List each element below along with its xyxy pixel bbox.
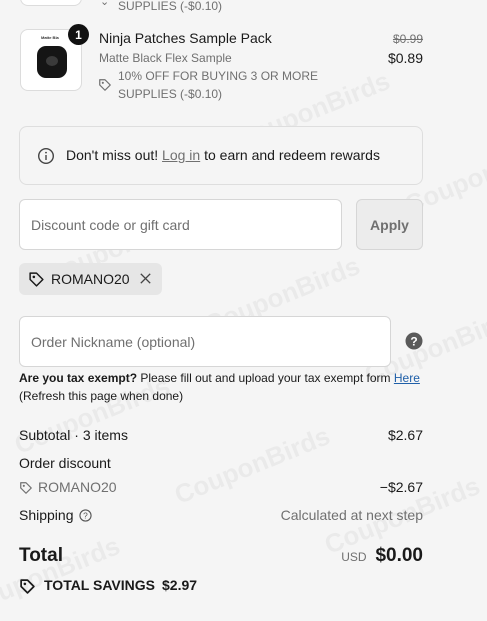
patch-image xyxy=(37,46,67,78)
remove-discount-button[interactable] xyxy=(138,271,153,291)
total-label: Total xyxy=(19,545,63,566)
discount-code-label: ROMANO20 xyxy=(38,479,117,495)
info-icon xyxy=(37,147,55,170)
order-nickname-input[interactable]: Order Nickname (optional) xyxy=(19,316,391,367)
order-discount-label: Order discount xyxy=(19,455,111,471)
product-thumbnail-caption: Matte Bla xyxy=(41,35,59,40)
help-icon[interactable]: ? xyxy=(405,332,423,355)
tag-icon xyxy=(98,78,112,97)
tag-icon xyxy=(19,481,33,498)
rewards-banner: Don't miss out! Log in to earn and redee… xyxy=(19,126,423,185)
applied-discount-chip: ROMANO20 xyxy=(19,263,162,295)
rewards-prefix: Don't miss out! xyxy=(66,147,159,163)
previous-item-promo: SUPPLIES (-$0.10) xyxy=(118,0,223,13)
savings-label: TOTAL SAVINGS xyxy=(44,577,155,593)
total-amount: USD $0.00 xyxy=(341,545,423,567)
tax-exempt-link[interactable]: Here xyxy=(394,371,420,385)
currency-label: USD xyxy=(341,550,367,564)
tag-icon xyxy=(28,271,45,293)
tax-exempt-question: Are you tax exempt? xyxy=(19,371,138,385)
applied-code-label: ROMANO20 xyxy=(51,271,130,287)
product-name: Ninja Patches Sample Pack xyxy=(99,30,272,46)
promo-line-1: 10% OFF FOR BUYING 3 OR MORE xyxy=(118,69,319,83)
discount-code-input[interactable]: Discount code or gift card xyxy=(19,199,342,250)
quantity-badge: 1 xyxy=(68,24,89,45)
shipping-label: Shipping xyxy=(19,507,74,523)
watermark: CouponBirds xyxy=(0,530,124,620)
subtotal-row: Subtotal · 3 items $2.67 xyxy=(19,427,423,443)
rewards-suffix: to earn and redeem rewards xyxy=(204,147,380,163)
savings-tag-icon xyxy=(19,578,36,598)
discount-code-placeholder: Discount code or gift card xyxy=(31,216,190,233)
shipping-value: Calculated at next step xyxy=(280,507,423,523)
subtotal-value: $2.67 xyxy=(387,427,423,443)
original-price: $0.99 xyxy=(392,32,423,46)
discount-value: −$2.67 xyxy=(379,479,423,495)
order-discount-row: Order discount xyxy=(19,455,423,471)
total-row: Total USD $0.00 xyxy=(19,545,423,569)
tax-exempt-description: Please fill out and upload your tax exem… xyxy=(140,371,391,385)
chevron-down-icon: ⌄ xyxy=(100,0,110,8)
subtotal-label: Subtotal · 3 items xyxy=(19,427,128,443)
tax-exempt-note: (Refresh this page when done) xyxy=(19,389,184,403)
svg-text:?: ? xyxy=(83,511,88,521)
shipping-help-icon[interactable]: ? xyxy=(79,509,92,525)
apply-button[interactable]: Apply xyxy=(356,199,423,250)
savings-value: $2.97 xyxy=(162,577,198,593)
promo-line-2: SUPPLIES (-$0.10) xyxy=(118,87,223,101)
login-link[interactable]: Log in xyxy=(162,147,200,163)
tax-exempt-text: Are you tax exempt? Please fill out and … xyxy=(19,369,439,405)
product-variant: Matte Black Flex Sample xyxy=(99,51,232,65)
product-price: $0.89 xyxy=(387,50,423,66)
previous-item-thumbnail xyxy=(20,0,82,6)
svg-text:?: ? xyxy=(410,334,417,348)
shipping-row: Shipping ? Calculated at next step xyxy=(19,507,423,523)
order-nickname-placeholder: Order Nickname (optional) xyxy=(31,333,196,350)
total-value: $0.00 xyxy=(375,545,423,566)
